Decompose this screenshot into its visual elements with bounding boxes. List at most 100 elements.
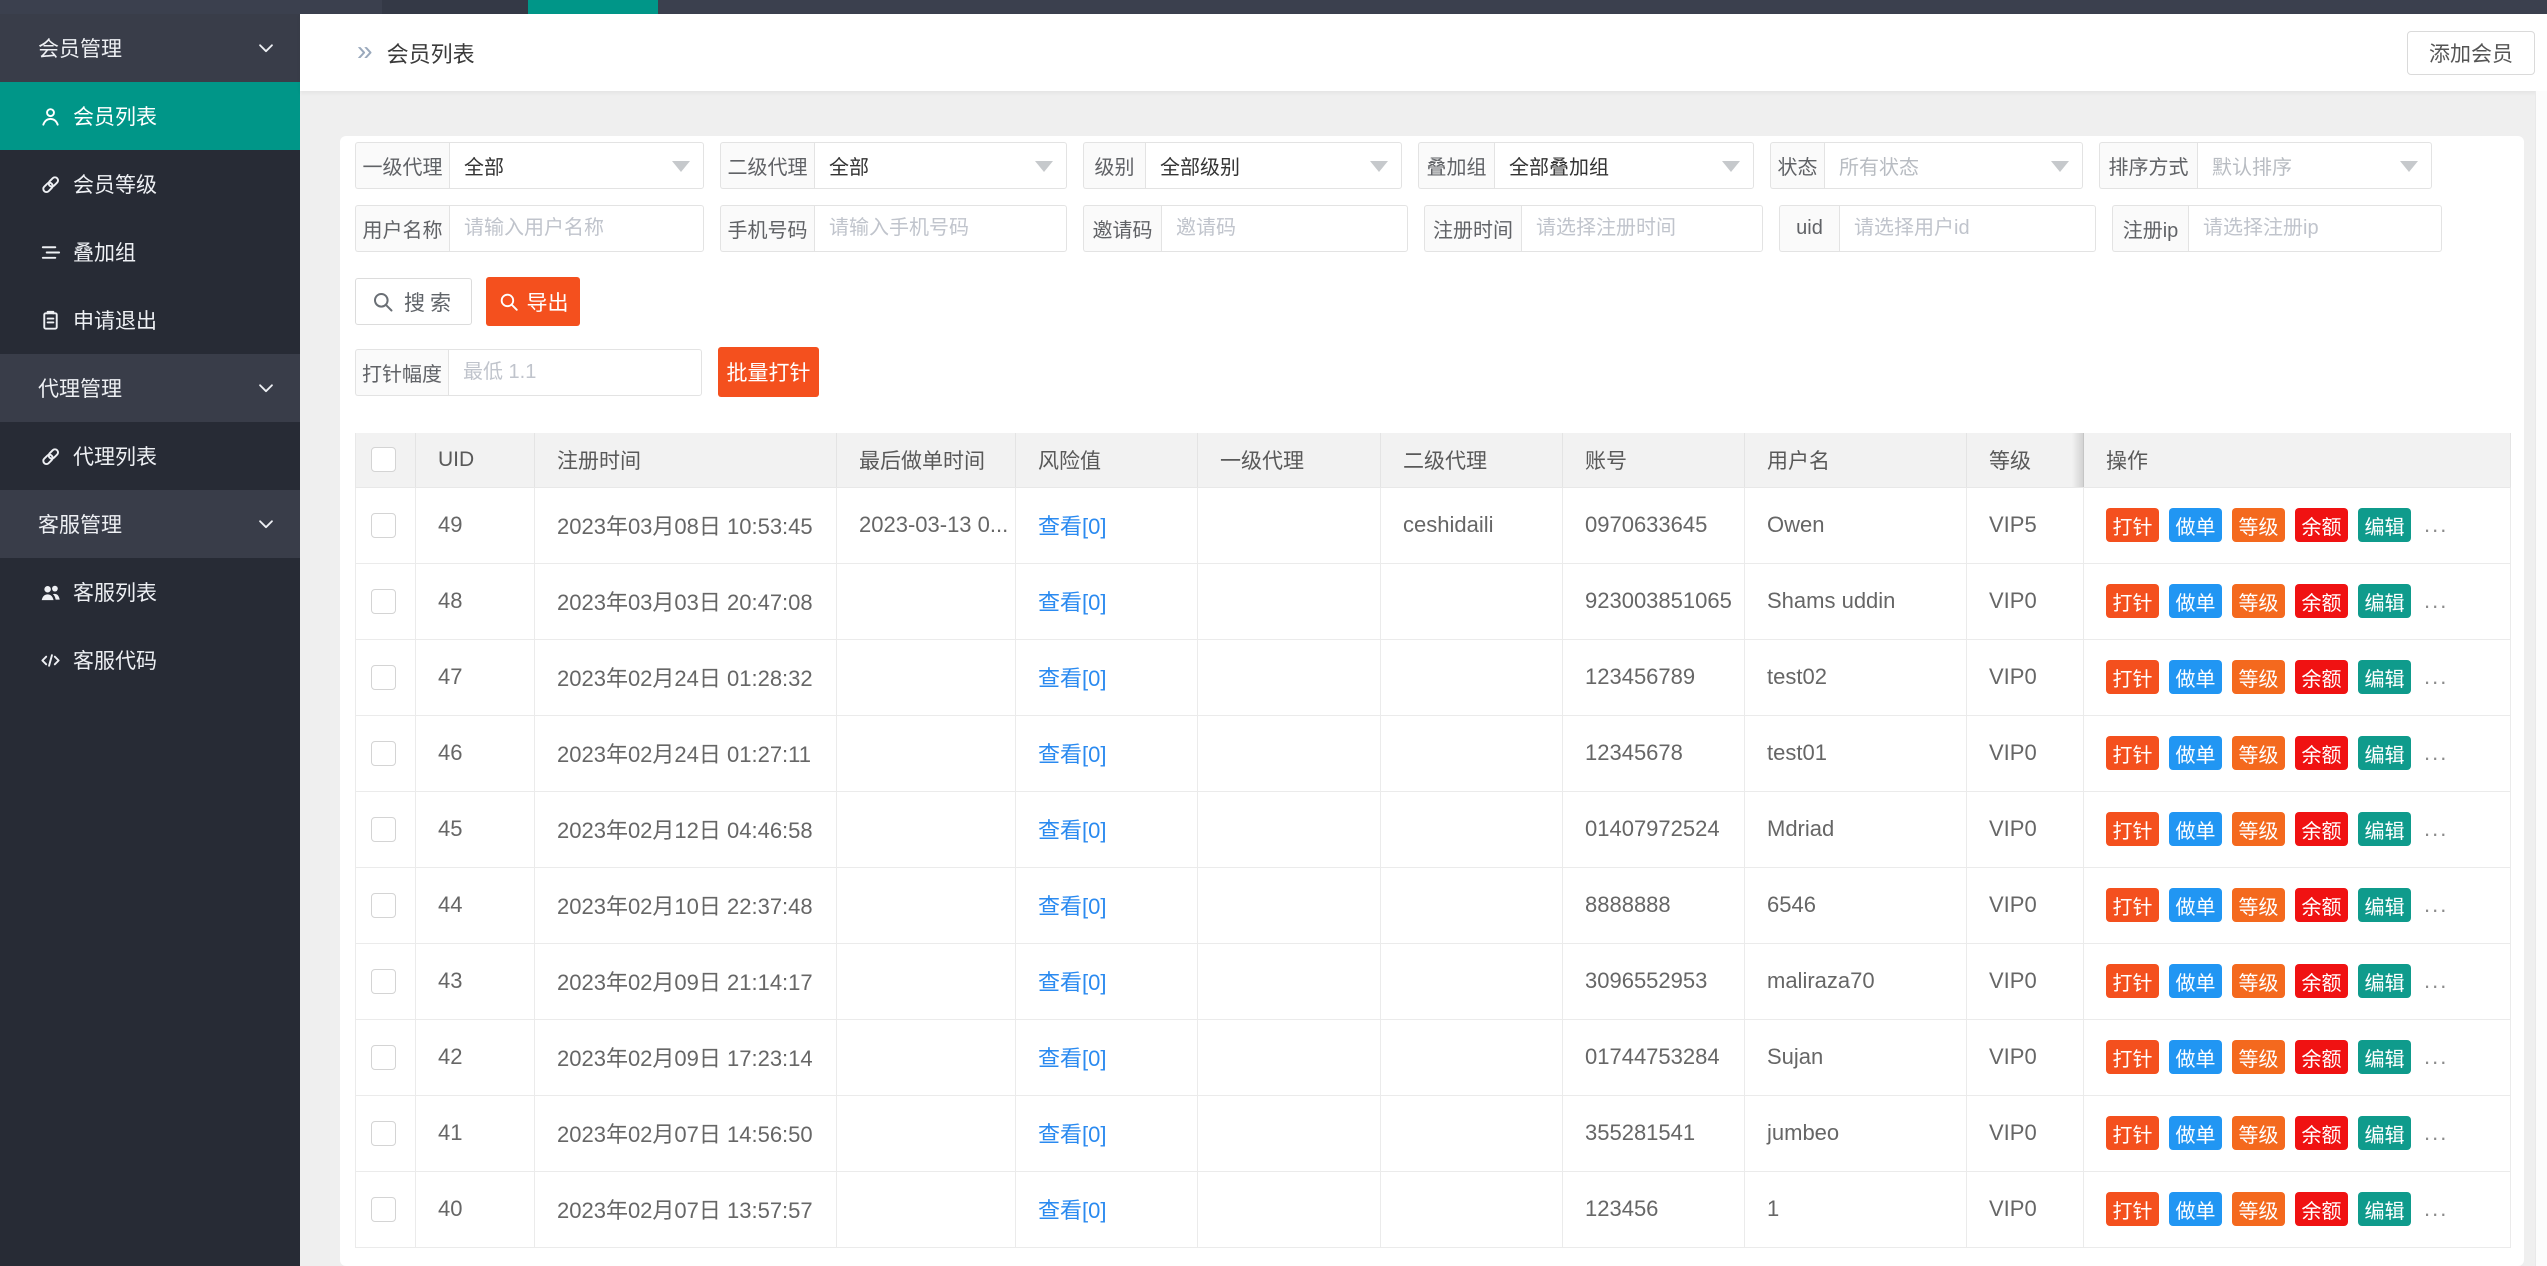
action-button-order[interactable]: 做单 xyxy=(2169,660,2222,694)
action-button-edit[interactable]: 编辑 xyxy=(2358,1192,2411,1226)
row-checkbox[interactable] xyxy=(371,893,396,918)
action-button-balance[interactable]: 余额 xyxy=(2295,1040,2348,1074)
action-button-order[interactable]: 做单 xyxy=(2169,1040,2222,1074)
risk-view-link[interactable]: 查看[0] xyxy=(1038,970,1106,995)
action-button-edit[interactable]: 编辑 xyxy=(2358,1116,2411,1150)
phone-input[interactable] xyxy=(814,205,1067,252)
row-checkbox[interactable] xyxy=(371,1197,396,1222)
risk-view-link[interactable]: 查看[0] xyxy=(1038,1046,1106,1071)
action-button-order[interactable]: 做单 xyxy=(2169,888,2222,922)
risk-view-link[interactable]: 查看[0] xyxy=(1038,514,1106,539)
action-button-edit[interactable]: 编辑 xyxy=(2358,964,2411,998)
action-button-balance[interactable]: 余额 xyxy=(2295,964,2348,998)
register-ip-input[interactable] xyxy=(2188,205,2442,252)
action-button-inject[interactable]: 打针 xyxy=(2106,1192,2159,1226)
action-button-edit[interactable]: 编辑 xyxy=(2358,736,2411,770)
filter-select-status[interactable]: 所有状态 xyxy=(1824,142,2083,189)
add-member-button[interactable]: 添加会员 xyxy=(2407,31,2535,75)
action-button-level[interactable]: 等级 xyxy=(2232,736,2285,770)
more-actions-button[interactable]: ... xyxy=(2424,588,2448,614)
invite-code-input[interactable] xyxy=(1161,205,1408,252)
risk-view-link[interactable]: 查看[0] xyxy=(1038,894,1106,919)
more-actions-button[interactable]: ... xyxy=(2424,892,2448,918)
search-button[interactable]: 搜索 xyxy=(355,278,472,325)
select-all-checkbox[interactable] xyxy=(371,447,396,472)
risk-view-link[interactable]: 查看[0] xyxy=(1038,666,1106,691)
action-button-balance[interactable]: 余额 xyxy=(2295,1192,2348,1226)
filter-select-sort-order[interactable]: 默认排序 xyxy=(2197,142,2432,189)
row-checkbox[interactable] xyxy=(371,741,396,766)
action-button-level[interactable]: 等级 xyxy=(2232,584,2285,618)
export-button[interactable]: 导出 xyxy=(486,277,580,326)
action-button-balance[interactable]: 余额 xyxy=(2295,888,2348,922)
batch-inject-button[interactable]: 批量打针 xyxy=(718,347,819,397)
sidebar-item-member-list[interactable]: 会员列表 xyxy=(0,82,300,150)
action-button-edit[interactable]: 编辑 xyxy=(2358,1040,2411,1074)
more-actions-button[interactable]: ... xyxy=(2424,1196,2448,1222)
action-button-inject[interactable]: 打针 xyxy=(2106,736,2159,770)
row-checkbox[interactable] xyxy=(371,589,396,614)
more-actions-button[interactable]: ... xyxy=(2424,816,2448,842)
filter-select-second-agent[interactable]: 全部 xyxy=(814,142,1067,189)
action-button-inject[interactable]: 打针 xyxy=(2106,508,2159,542)
sidebar-group-agent-management[interactable]: 代理管理 xyxy=(0,354,300,422)
action-button-order[interactable]: 做单 xyxy=(2169,964,2222,998)
action-button-order[interactable]: 做单 xyxy=(2169,812,2222,846)
action-button-balance[interactable]: 余额 xyxy=(2295,736,2348,770)
row-checkbox[interactable] xyxy=(371,1045,396,1070)
action-button-level[interactable]: 等级 xyxy=(2232,1116,2285,1150)
action-button-balance[interactable]: 余额 xyxy=(2295,812,2348,846)
risk-view-link[interactable]: 查看[0] xyxy=(1038,1198,1106,1223)
action-button-edit[interactable]: 编辑 xyxy=(2358,508,2411,542)
action-button-balance[interactable]: 余额 xyxy=(2295,508,2348,542)
uid-input[interactable] xyxy=(1839,205,2096,252)
action-button-level[interactable]: 等级 xyxy=(2232,812,2285,846)
action-button-level[interactable]: 等级 xyxy=(2232,1192,2285,1226)
row-checkbox[interactable] xyxy=(371,969,396,994)
action-button-order[interactable]: 做单 xyxy=(2169,736,2222,770)
action-button-balance[interactable]: 余额 xyxy=(2295,584,2348,618)
action-button-balance[interactable]: 余额 xyxy=(2295,1116,2348,1150)
register-time-input[interactable] xyxy=(1521,205,1763,252)
action-button-inject[interactable]: 打针 xyxy=(2106,1040,2159,1074)
sidebar-item-member-level[interactable]: 会员等级 xyxy=(0,150,300,218)
more-actions-button[interactable]: ... xyxy=(2424,664,2448,690)
filter-select-stack-group[interactable]: 全部叠加组 xyxy=(1494,142,1754,189)
action-button-edit[interactable]: 编辑 xyxy=(2358,812,2411,846)
action-button-edit[interactable]: 编辑 xyxy=(2358,584,2411,618)
action-button-inject[interactable]: 打针 xyxy=(2106,888,2159,922)
risk-view-link[interactable]: 查看[0] xyxy=(1038,818,1106,843)
action-button-balance[interactable]: 余额 xyxy=(2295,660,2348,694)
row-checkbox[interactable] xyxy=(371,513,396,538)
more-actions-button[interactable]: ... xyxy=(2424,1044,2448,1070)
action-button-edit[interactable]: 编辑 xyxy=(2358,888,2411,922)
top-tab-inactive[interactable] xyxy=(382,0,528,14)
more-actions-button[interactable]: ... xyxy=(2424,512,2448,538)
row-checkbox[interactable] xyxy=(371,665,396,690)
sidebar-group-service-management[interactable]: 客服管理 xyxy=(0,490,300,558)
risk-view-link[interactable]: 查看[0] xyxy=(1038,1122,1106,1147)
more-actions-button[interactable]: ... xyxy=(2424,740,2448,766)
risk-view-link[interactable]: 查看[0] xyxy=(1038,590,1106,615)
risk-view-link[interactable]: 查看[0] xyxy=(1038,742,1106,767)
inject-range-input[interactable] xyxy=(448,349,702,396)
username-input[interactable] xyxy=(449,205,704,252)
sidebar-item-service-code[interactable]: 客服代码 xyxy=(0,626,300,694)
action-button-level[interactable]: 等级 xyxy=(2232,660,2285,694)
action-button-edit[interactable]: 编辑 xyxy=(2358,660,2411,694)
action-button-level[interactable]: 等级 xyxy=(2232,964,2285,998)
action-button-inject[interactable]: 打针 xyxy=(2106,1116,2159,1150)
sidebar-group-member-management[interactable]: 会员管理 xyxy=(0,14,300,82)
more-actions-button[interactable]: ... xyxy=(2424,1120,2448,1146)
page-scrollbar[interactable] xyxy=(2535,91,2547,1266)
action-button-order[interactable]: 做单 xyxy=(2169,1192,2222,1226)
action-button-order[interactable]: 做单 xyxy=(2169,508,2222,542)
sidebar-item-service-list[interactable]: 客服列表 xyxy=(0,558,300,626)
top-tab-active[interactable] xyxy=(528,0,658,14)
sidebar-item-apply-exit[interactable]: 申请退出 xyxy=(0,286,300,354)
action-button-level[interactable]: 等级 xyxy=(2232,1040,2285,1074)
action-button-inject[interactable]: 打针 xyxy=(2106,812,2159,846)
more-actions-button[interactable]: ... xyxy=(2424,968,2448,994)
filter-select-first-agent[interactable]: 全部 xyxy=(449,142,704,189)
action-button-inject[interactable]: 打针 xyxy=(2106,660,2159,694)
